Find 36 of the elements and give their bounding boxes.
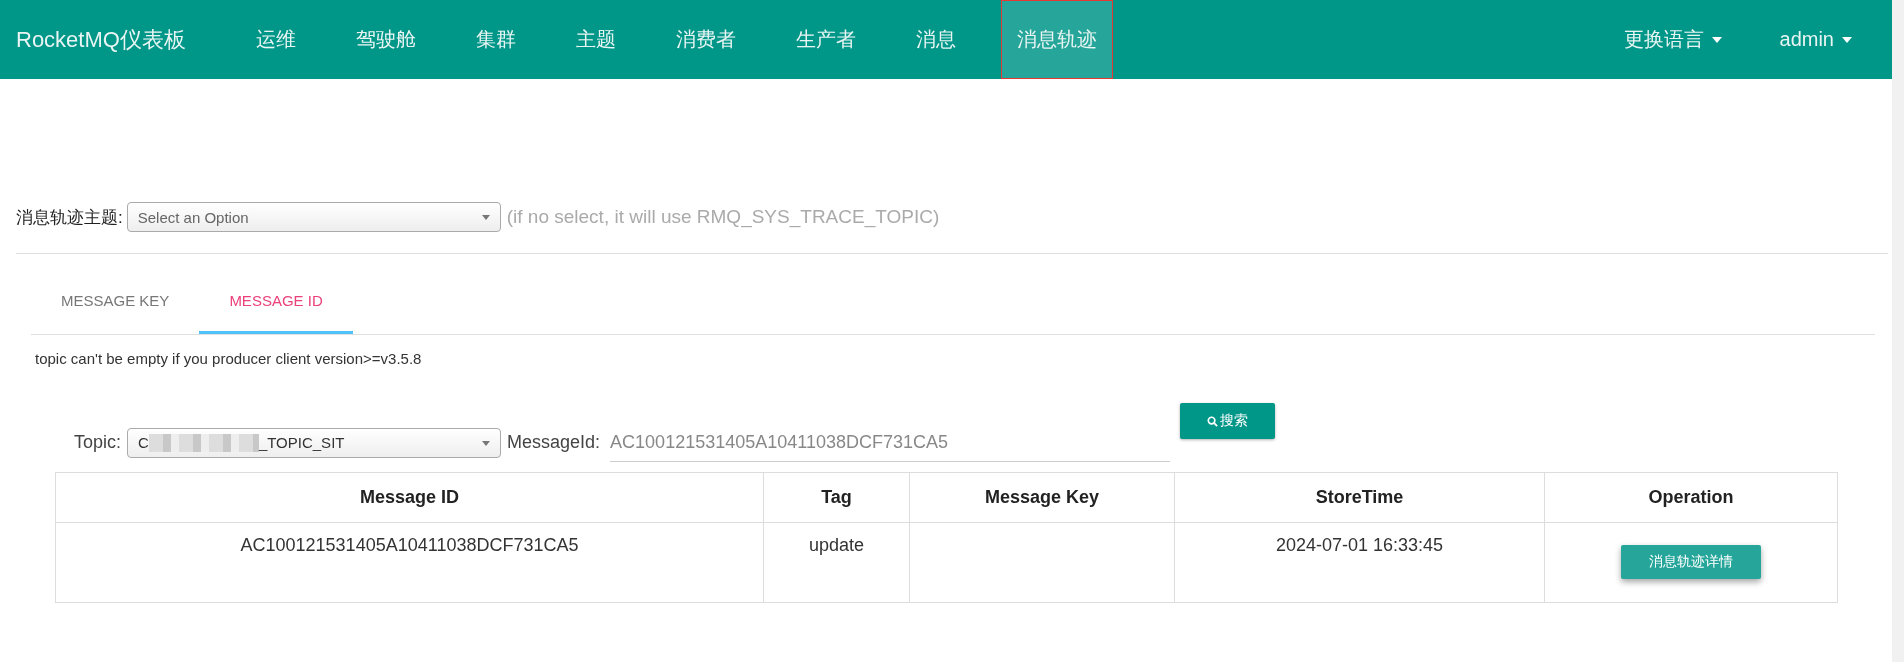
column-header: Operation (1544, 472, 1838, 523)
search-icon (1207, 415, 1219, 427)
scrollbar[interactable] (1892, 0, 1904, 662)
column-header: Message Key (909, 472, 1175, 523)
trace-detail-button[interactable]: 消息轨迹详情 (1621, 545, 1761, 579)
table-cell: update (763, 522, 910, 603)
message-id-label: MessageId: (507, 432, 601, 453)
topic-select[interactable]: C _TOPIC_SIT (127, 427, 502, 458)
caret-icon (1842, 36, 1852, 43)
dropdown-arrow-icon (481, 215, 490, 220)
nav-item[interactable]: 驾驶舱 (328, 0, 443, 79)
dropdown-arrow-icon (482, 440, 491, 446)
nav-item[interactable]: 集群 (448, 0, 543, 79)
tab[interactable]: MESSAGE ID (199, 271, 353, 334)
table-cell: 2024-07-01 16:33:45 (1174, 522, 1545, 603)
column-header: Tag (763, 472, 910, 523)
trace-topic-label: 消息轨迹主题: (16, 206, 123, 229)
user-menu[interactable]: admin (1779, 28, 1852, 51)
column-header: StoreTime (1174, 472, 1545, 523)
search-button[interactable]: 搜索 (1180, 403, 1276, 439)
nav-item[interactable]: 消费者 (648, 0, 763, 79)
topic-label: Topic: (74, 432, 122, 453)
trace-topic-select[interactable]: Select an Option (126, 202, 501, 232)
column-header: Message ID (55, 472, 764, 523)
nav-item[interactable]: 生产者 (768, 0, 883, 79)
language-menu[interactable]: 更换语言 (1623, 26, 1722, 53)
table-cell: AC100121531405A10411038DCF731CA5 (55, 522, 764, 603)
nav-item[interactable]: 消息轨迹 (1000, 0, 1113, 79)
caret-icon (1711, 36, 1722, 43)
nav-item[interactable]: 运维 (228, 0, 323, 79)
nav-item[interactable]: 消息 (888, 0, 983, 79)
brand-title[interactable]: RocketMQ仪表板 (0, 24, 226, 55)
notice-text: topic can't be empty if you producer client version>=v3.5.8 (35, 350, 423, 367)
nav-item[interactable]: 主题 (548, 0, 643, 79)
hint-text: (if no select, it will use RMQ_SYS_TRACE_TOPIC) (506, 206, 940, 228)
tab[interactable]: MESSAGE KEY (31, 271, 200, 334)
